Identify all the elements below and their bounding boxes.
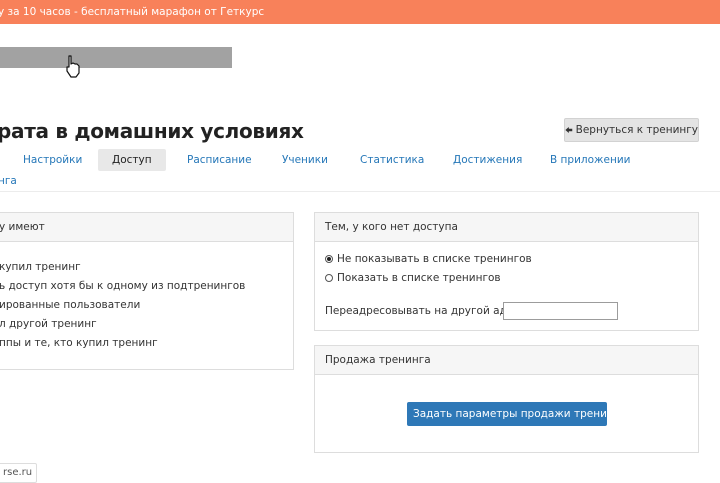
access-option[interactable]: ь доступ хотя бы к одному из подтренинго… — [0, 280, 245, 292]
set-sale-params-button[interactable]: Задать параметры продажи тренинга — [407, 402, 626, 426]
tab-in-app[interactable]: В приложении — [550, 149, 630, 171]
radio-hide-in-list[interactable]: Не показывать в списке тренингов — [325, 253, 532, 265]
tab-achievements[interactable]: Достижения — [453, 149, 522, 171]
tab-access[interactable]: Доступ — [98, 149, 166, 171]
no-access-panel-heading: Тем, у кого нет доступа — [315, 213, 698, 242]
access-option[interactable]: ппы и те, кто купил тренинг — [0, 337, 158, 349]
redirect-url-input[interactable] — [503, 302, 618, 320]
tab-statistics[interactable]: Статистика — [360, 149, 424, 171]
tab-students[interactable]: Ученики — [282, 149, 328, 171]
no-access-panel: Тем, у кого нет доступа Не показывать в … — [314, 212, 699, 331]
back-to-training-button[interactable]: Вернуться к тренингу — [564, 118, 699, 142]
radio-unchecked-icon[interactable] — [325, 274, 333, 282]
access-panel-heading: у имеют — [0, 213, 293, 242]
redacted-logo-area — [0, 47, 232, 68]
tabs-divider — [0, 191, 720, 192]
promo-banner-text: у за 10 часов - бесплатный марафон от Ге… — [0, 6, 265, 18]
tab-settings[interactable]: Настройки — [23, 149, 82, 171]
hand-cursor-icon — [66, 55, 80, 78]
back-button-label: Вернуться к тренингу — [575, 124, 698, 136]
page-title: рата в домашних условиях — [0, 119, 304, 143]
radio-label: Не показывать в списке тренингов — [337, 253, 532, 265]
sale-panel-heading: Продажа тренинга — [315, 346, 698, 375]
access-option[interactable]: купил тренинг — [0, 261, 81, 273]
sale-panel: Продажа тренинга Задать параметры продаж… — [314, 345, 699, 453]
redirect-label: Переадресовывать на другой адрес — [325, 305, 526, 317]
arrow-left-icon — [565, 126, 573, 134]
tab-schedule[interactable]: Расписание — [187, 149, 252, 171]
radio-label: Показать в списке тренингов — [337, 272, 501, 284]
radio-show-in-list[interactable]: Показать в списке тренингов — [325, 272, 501, 284]
access-panel: у имеют купил тренинг ь доступ хотя бы к… — [0, 212, 294, 370]
promo-banner[interactable]: у за 10 часов - бесплатный марафон от Ге… — [0, 0, 720, 24]
footer-site-link[interactable]: rse.ru — [0, 463, 38, 483]
access-option[interactable]: ированные пользователи — [0, 299, 140, 311]
access-option[interactable]: л другой тренинг — [0, 318, 97, 330]
tab-overflow[interactable]: нга — [0, 175, 17, 187]
radio-checked-icon[interactable] — [325, 255, 333, 263]
